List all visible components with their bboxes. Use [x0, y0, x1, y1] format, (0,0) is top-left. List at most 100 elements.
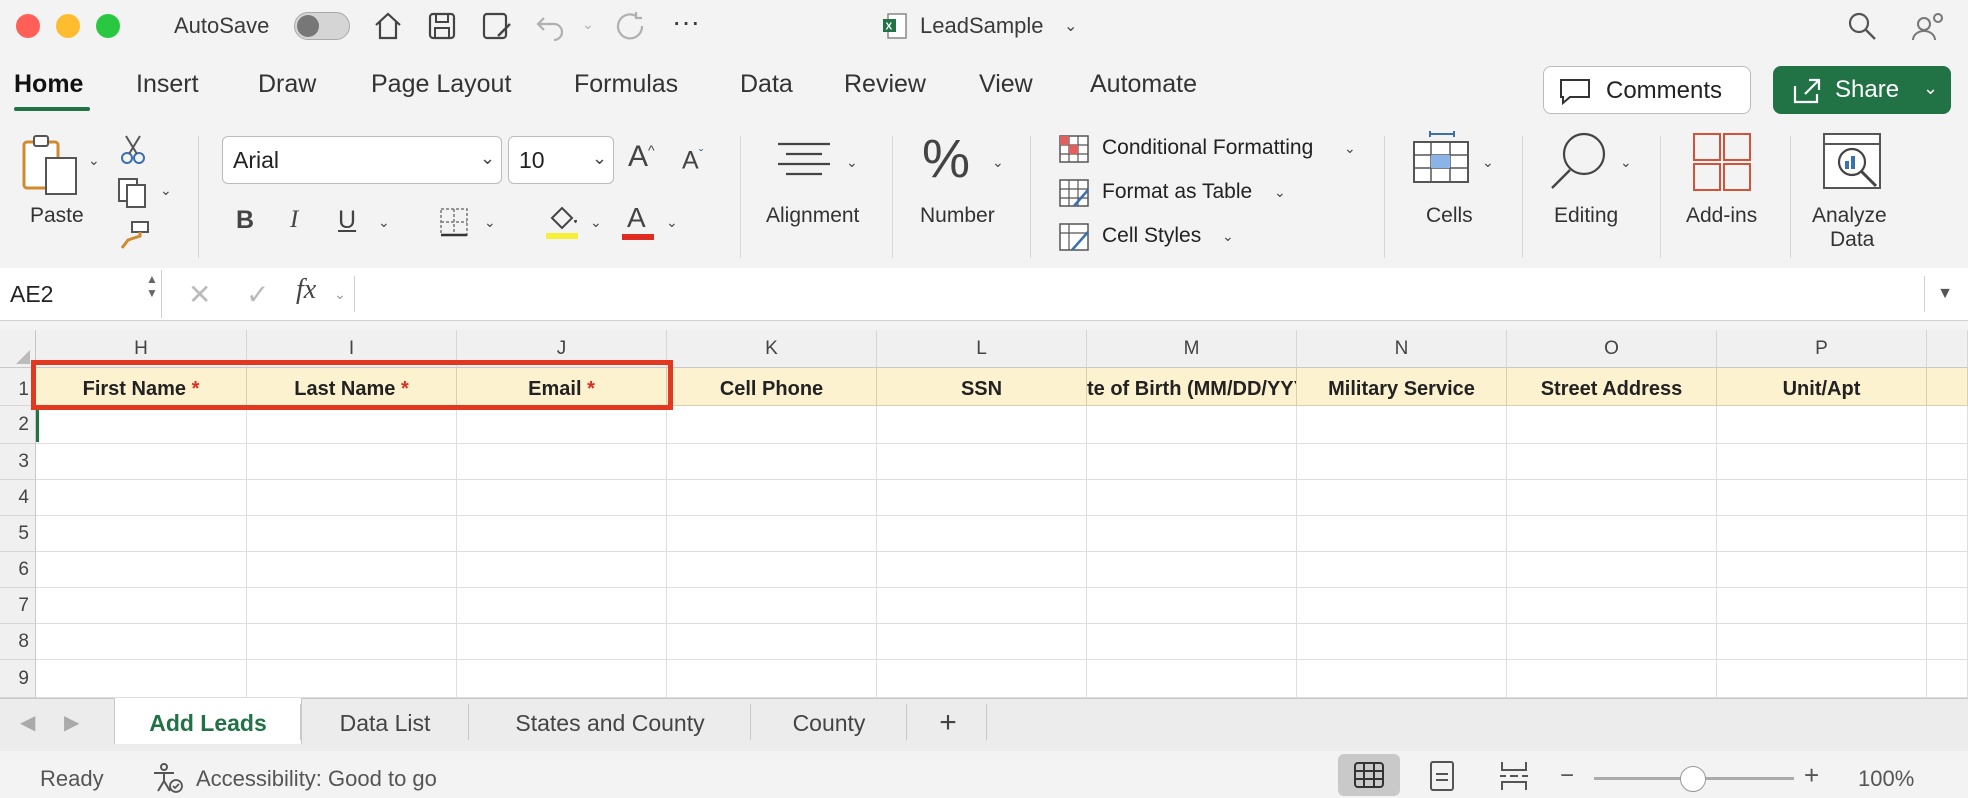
font-name-select[interactable]: Arial [222, 136, 502, 184]
accessibility-status[interactable]: Accessibility: Good to go [196, 766, 437, 792]
people-icon[interactable] [1910, 10, 1946, 42]
search-icon[interactable] [1846, 10, 1878, 42]
fill-color-dropdown-icon[interactable]: ⌄ [590, 214, 602, 231]
grid-cell[interactable] [1297, 444, 1507, 480]
grid-cell[interactable] [247, 660, 457, 698]
zoom-out-icon[interactable]: − [1560, 762, 1574, 790]
grid-cell[interactable] [1297, 552, 1507, 588]
grid-cell[interactable] [667, 624, 877, 660]
grid-cell[interactable] [667, 660, 877, 698]
font-color-button[interactable]: A [620, 202, 656, 240]
grid-cell[interactable] [1927, 624, 1968, 660]
grid-cell[interactable] [667, 480, 877, 516]
grid-cell[interactable] [36, 444, 247, 480]
grid-cell[interactable] [877, 660, 1087, 698]
column-header[interactable]: L [877, 330, 1087, 368]
grid-cell[interactable] [1507, 624, 1717, 660]
copy-icon[interactable] [116, 176, 150, 210]
comments-button[interactable]: Comments [1543, 66, 1751, 114]
grid-cell[interactable] [247, 480, 457, 516]
zoom-in-icon[interactable]: + [1804, 760, 1819, 791]
add-sheet-button[interactable]: + [910, 698, 986, 744]
grid-cell[interactable] [247, 588, 457, 624]
conditional-formatting-dropdown-icon[interactable]: ⌄ [1344, 140, 1356, 157]
cells-dropdown-icon[interactable]: ⌄ [1482, 154, 1494, 171]
row-header[interactable]: 9 [0, 660, 36, 698]
tab-formulas[interactable]: Formulas [574, 70, 678, 99]
grid-cell[interactable] [877, 624, 1087, 660]
row-header[interactable]: 2 [0, 406, 36, 444]
font-color-dropdown-icon[interactable]: ⌄ [666, 214, 678, 231]
format-as-table-label[interactable]: Format as Table [1102, 180, 1252, 204]
close-window-button[interactable] [16, 14, 40, 38]
grid-cell[interactable] [1087, 516, 1297, 552]
zoom-level[interactable]: 100% [1858, 766, 1914, 792]
grid-cell[interactable] [1087, 444, 1297, 480]
grid-cell[interactable] [457, 624, 667, 660]
save-as-icon[interactable] [480, 10, 514, 42]
grid-cell[interactable] [36, 406, 247, 444]
grid-cell[interactable] [1297, 406, 1507, 444]
conditional-formatting-icon[interactable] [1058, 134, 1090, 164]
header-cell[interactable]: SSN [877, 368, 1087, 406]
grid-cell[interactable] [877, 444, 1087, 480]
scroll-sheets-left-icon[interactable]: ◀ [20, 710, 35, 735]
header-cell[interactable] [1927, 368, 1968, 406]
editing-dropdown-icon[interactable]: ⌄ [1620, 154, 1632, 171]
cell-styles-dropdown-icon[interactable]: ⌄ [1222, 228, 1234, 245]
grid-cell[interactable] [457, 480, 667, 516]
column-header[interactable]: N [1297, 330, 1507, 368]
grid-cell[interactable] [36, 480, 247, 516]
tab-data[interactable]: Data [740, 70, 793, 99]
grid-cell[interactable] [247, 406, 457, 444]
decrease-font-size-icon[interactable]: Aˇ [682, 146, 703, 175]
scroll-sheets-right-icon[interactable]: ▶ [64, 710, 79, 735]
grid-cell[interactable] [1297, 516, 1507, 552]
grid-cell[interactable] [1297, 624, 1507, 660]
tab-view[interactable]: View [979, 70, 1033, 99]
conditional-formatting-label[interactable]: Conditional Formatting [1102, 136, 1313, 160]
bold-button[interactable]: B [236, 206, 254, 235]
grid-cell[interactable] [1507, 444, 1717, 480]
grid-cell[interactable] [1087, 588, 1297, 624]
grid-cell[interactable] [1717, 444, 1927, 480]
grid-cell[interactable] [1087, 552, 1297, 588]
copy-dropdown-icon[interactable]: ⌄ [160, 182, 172, 199]
column-header[interactable]: P [1717, 330, 1927, 368]
grid-cell[interactable] [667, 406, 877, 444]
row-header[interactable]: 7 [0, 588, 36, 624]
grid-cell[interactable] [1507, 480, 1717, 516]
paste-dropdown-icon[interactable]: ⌄ [88, 152, 100, 169]
grid-cell[interactable] [1927, 552, 1968, 588]
redo-icon[interactable] [614, 10, 648, 42]
paste-icon[interactable] [20, 134, 82, 198]
header-cell[interactable]: Military Service [1297, 368, 1507, 406]
cut-scissors-icon[interactable] [118, 134, 148, 166]
row-header[interactable]: 5 [0, 516, 36, 552]
grid-cell[interactable] [247, 444, 457, 480]
font-size-chevron-icon[interactable]: ⌄ [592, 148, 607, 169]
grid-cell[interactable] [1507, 552, 1717, 588]
underline-button[interactable]: U [338, 206, 356, 235]
tab-page-layout[interactable]: Page Layout [371, 70, 511, 99]
row-header[interactable]: 6 [0, 552, 36, 588]
autosave-toggle[interactable] [294, 12, 350, 40]
grid-cell[interactable] [1717, 624, 1927, 660]
grid-cell[interactable] [36, 660, 247, 698]
grid-cell[interactable] [36, 516, 247, 552]
grid-cell[interactable] [1297, 588, 1507, 624]
column-header[interactable]: M [1087, 330, 1297, 368]
header-cell[interactable]: Cell Phone [667, 368, 877, 406]
file-name[interactable]: LeadSample [920, 13, 1044, 39]
page-layout-view-icon[interactable] [1428, 760, 1456, 792]
row-header[interactable]: 3 [0, 444, 36, 480]
grid-cell[interactable] [247, 552, 457, 588]
function-dropdown-icon[interactable]: ⌄ [334, 286, 346, 303]
grid-cell[interactable] [1507, 516, 1717, 552]
grid-cell[interactable] [457, 552, 667, 588]
borders-dropdown-icon[interactable]: ⌄ [484, 214, 496, 231]
sheet-tab-add-leads[interactable]: Add Leads [114, 698, 302, 744]
zoom-slider-thumb[interactable] [1680, 766, 1706, 792]
format-as-table-icon[interactable] [1058, 178, 1090, 208]
tab-home[interactable]: Home [14, 70, 83, 99]
